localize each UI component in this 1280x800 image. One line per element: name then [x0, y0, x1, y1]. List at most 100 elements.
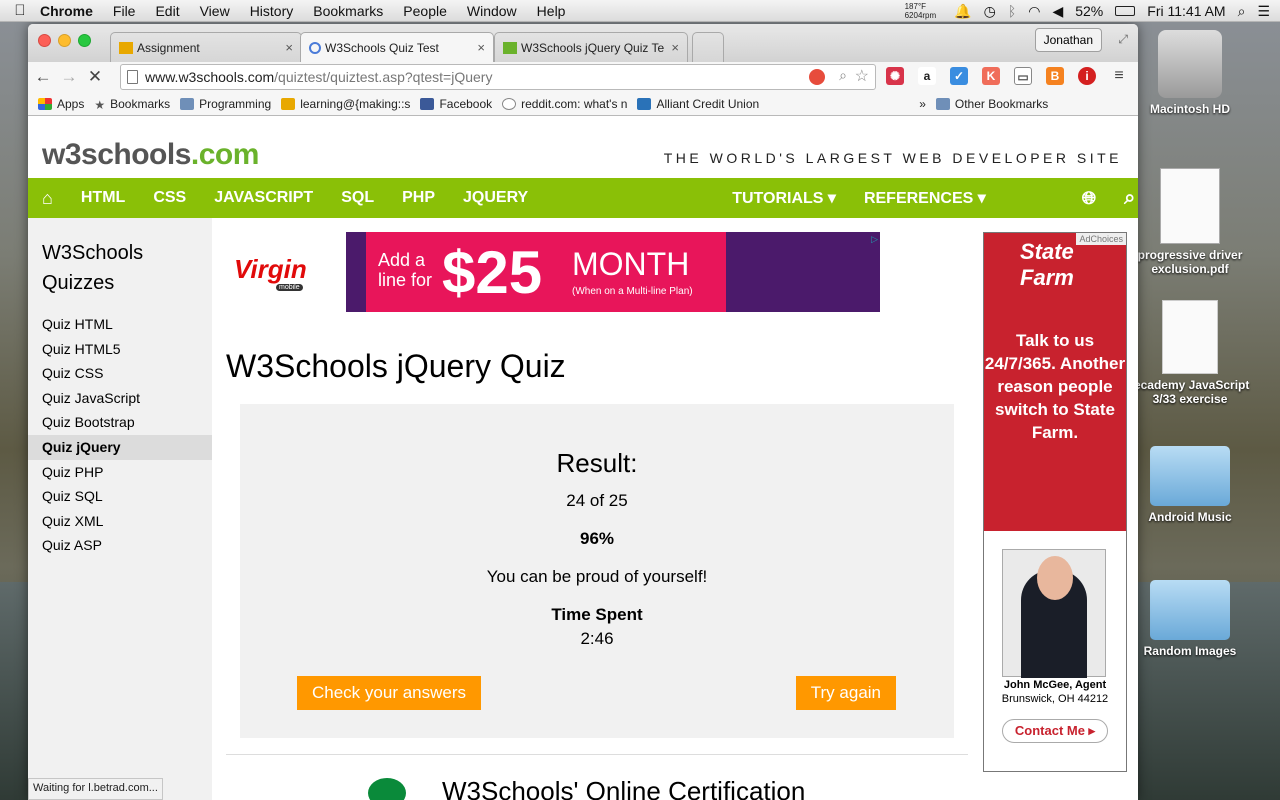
volume-icon[interactable]: ◀ — [1052, 3, 1063, 20]
battery-percent[interactable]: 52% — [1075, 3, 1103, 19]
cast-icon[interactable]: ▭ — [1014, 67, 1032, 85]
sidebar-item-quiz-php[interactable]: Quiz PHP — [28, 460, 212, 485]
menu-history[interactable]: History — [250, 3, 294, 19]
bookmark-star-icon[interactable]: ☆ — [855, 66, 869, 86]
nav-references-dropdown[interactable]: REFERENCES ▾ — [864, 188, 986, 208]
bookmark-facebook[interactable]: Facebook — [420, 97, 492, 111]
adchoices-icon[interactable]: ▷ — [871, 234, 878, 245]
minimize-window-button[interactable] — [58, 34, 71, 47]
menu-file[interactable]: File — [113, 3, 136, 19]
ad-note: (When on a Multi-line Plan) — [572, 286, 693, 297]
adblock-icon[interactable] — [809, 69, 825, 85]
notification-center-icon[interactable]: ☰ — [1257, 3, 1270, 20]
clock[interactable]: Fri 11:41 AM — [1147, 3, 1225, 19]
blogger-icon[interactable]: B — [1046, 67, 1064, 85]
nav-jquery[interactable]: JQUERY — [463, 189, 528, 207]
hard-drive-icon — [1158, 30, 1222, 98]
contact-me-button[interactable]: Contact Me ▸ — [1002, 719, 1108, 743]
close-tab-icon[interactable]: × — [671, 40, 679, 55]
bookmark-other[interactable]: Other Bookmarks — [935, 97, 1048, 111]
bookmark-learning[interactable]: learning@{making::s — [281, 97, 410, 111]
desktop-icon-android-music[interactable]: Android Music — [1130, 446, 1250, 524]
time-machine-icon[interactable]: ◷ — [984, 3, 996, 20]
sidebar-item-quiz-asp[interactable]: Quiz ASP — [28, 533, 212, 558]
sidebar-item-quiz-javascript[interactable]: Quiz JavaScript — [28, 386, 212, 411]
menu-people[interactable]: People — [403, 3, 447, 19]
bookmark-reddit[interactable]: reddit.com: what's n — [502, 97, 627, 111]
sidebar-item-quiz-html5[interactable]: Quiz HTML5 — [28, 337, 212, 362]
bookmark-apps[interactable]: Apps — [38, 97, 84, 111]
back-arrow-icon[interactable]: ← — [32, 67, 54, 87]
address-bar[interactable]: www.w3schools.com/quiztest/quiztest.asp?… — [120, 64, 876, 90]
desktop-icon-label: Random Images — [1143, 644, 1237, 658]
nav-tutorials-dropdown[interactable]: TUTORIALS ▾ — [732, 188, 836, 208]
temp-monitor[interactable]: 187°F 6204rpm — [905, 2, 937, 20]
search-icon[interactable]: ⌕ — [1124, 187, 1135, 210]
zoom-search-icon[interactable]: ⌕ — [839, 67, 847, 84]
desktop-icon-js-file[interactable]: lecademy JavaScript 3/33 exercise — [1130, 300, 1250, 406]
info-icon[interactable]: i — [1078, 67, 1096, 85]
bluetooth-icon[interactable]: ᛒ — [1008, 3, 1016, 19]
close-tab-icon[interactable]: × — [285, 40, 293, 55]
bookmark-label: Alliant Credit Union — [656, 96, 760, 111]
virgin-mobile-ad-banner[interactable]: Virgin mobile Add a line for $25 MONTH (W… — [226, 232, 880, 312]
sidebar-item-quiz-sql[interactable]: Quiz SQL — [28, 484, 212, 509]
check-answers-button[interactable]: Check your answers — [297, 676, 482, 710]
menu-app-name[interactable]: Chrome — [40, 3, 93, 19]
tab-quiz-test[interactable]: W3Schools Quiz Test × — [300, 32, 494, 62]
bookmark-programming[interactable]: Programming — [180, 97, 271, 111]
desktop-icon-macintosh-hd[interactable]: Macintosh HD — [1130, 30, 1250, 116]
nav-javascript[interactable]: JAVASCRIPT — [214, 189, 313, 207]
desktop-icon-label: Android Music — [1148, 510, 1232, 524]
desktop-icon-random-images[interactable]: Random Images — [1130, 580, 1250, 658]
try-again-button[interactable]: Try again — [795, 676, 896, 710]
result-percent: 96% — [579, 529, 615, 548]
tab-assignment[interactable]: Assignment × — [110, 32, 302, 62]
url-host: www.w3schools.com — [145, 69, 275, 85]
wifi-icon[interactable]: ◠ — [1028, 3, 1040, 20]
battery-icon[interactable] — [1115, 6, 1136, 16]
menu-help[interactable]: Help — [537, 3, 566, 19]
menu-bookmarks[interactable]: Bookmarks — [313, 3, 383, 19]
k-extension-icon[interactable]: K — [982, 67, 1000, 85]
new-tab-button[interactable] — [692, 32, 724, 62]
home-icon[interactable]: ⌂ — [42, 188, 53, 209]
spotlight-search-icon[interactable]: ⌕ — [1238, 3, 1246, 20]
bookmarks-overflow-chevron-icon[interactable]: » — [919, 97, 926, 111]
sidebar-item-quiz-css[interactable]: Quiz CSS — [28, 361, 212, 386]
notification-bell-icon[interactable]: 🔔 — [954, 3, 971, 20]
stop-loading-icon[interactable]: ✕ — [84, 67, 106, 87]
site-favicon — [281, 97, 296, 110]
sidebar-item-quiz-bootstrap[interactable]: Quiz Bootstrap — [28, 410, 212, 435]
menu-window[interactable]: Window — [467, 3, 517, 19]
profile-button[interactable]: Jonathan — [1034, 28, 1102, 52]
desktop-icon-pdf[interactable]: progressive driver exclusion.pdf — [1130, 168, 1250, 276]
chrome-menu-icon[interactable]: ≡ — [1110, 67, 1128, 85]
menu-edit[interactable]: Edit — [155, 3, 179, 19]
bookmark-alliant[interactable]: Alliant Credit Union — [637, 97, 759, 111]
fullscreen-icon[interactable]: ⤢ — [1118, 32, 1128, 47]
checkmark-extension-icon[interactable]: ✓ — [950, 67, 968, 85]
nav-sql[interactable]: SQL — [341, 189, 374, 207]
nav-php[interactable]: PHP — [402, 189, 435, 207]
zoom-window-button[interactable] — [78, 34, 91, 47]
globe-icon[interactable]: 🌐︎ — [1082, 188, 1096, 209]
menu-view[interactable]: View — [200, 3, 230, 19]
sidebar-item-quiz-jquery[interactable]: Quiz jQuery — [28, 434, 212, 460]
extension-icon[interactable]: ✺ — [886, 67, 904, 85]
bookmark-bookmarks[interactable]: ★ Bookmarks — [94, 97, 170, 112]
apple-menu-icon[interactable]:  — [0, 2, 40, 19]
tab-jquery-quiz[interactable]: W3Schools jQuery Quiz Te × — [494, 32, 688, 62]
nav-css[interactable]: CSS — [153, 189, 186, 207]
state-farm-ad[interactable]: AdChoices State Farm Talk to us 24/7/365… — [983, 232, 1127, 772]
close-tab-icon[interactable]: × — [477, 40, 485, 55]
tab-favicon — [503, 41, 517, 54]
amazon-icon[interactable]: a — [918, 67, 936, 85]
status-bar: Waiting for l.betrad.com... — [28, 778, 163, 800]
forward-arrow-icon[interactable]: → — [58, 67, 80, 87]
sidebar-item-quiz-html[interactable]: Quiz HTML — [28, 312, 212, 337]
sidebar-item-quiz-xml[interactable]: Quiz XML — [28, 509, 212, 534]
close-window-button[interactable] — [38, 34, 51, 47]
w3schools-logo[interactable]: w3schools.com — [42, 138, 259, 172]
nav-html[interactable]: HTML — [81, 189, 125, 207]
